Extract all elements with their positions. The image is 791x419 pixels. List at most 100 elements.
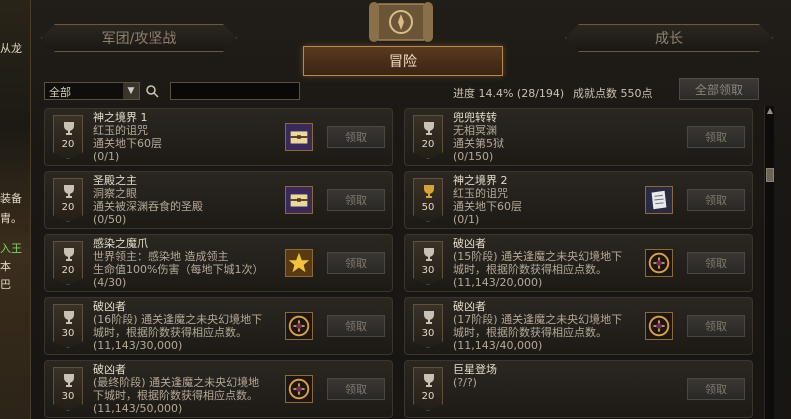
achievement-title: 破凶者 <box>453 300 486 313</box>
emblem-icon[interactable] <box>645 249 673 277</box>
achievement-card: 30 破凶者 (16阶段) 通关逢魔之未央幻境地下 城时，根据阶数获得相应点数。 (11… <box>44 297 393 355</box>
background-text: 入王 <box>0 242 22 255</box>
achievement-count: (11,143/30,000) <box>93 339 183 352</box>
achievement-text: 破凶者 (15阶段) 通关逢魔之未央幻境地下 城时，根据阶数获得相应点数。 (11,1… <box>453 237 639 289</box>
claim-button[interactable]: 领取 <box>327 315 385 337</box>
achievement-count: (0/150) <box>453 150 494 163</box>
achievement-points: 成就点数 550点 <box>573 87 653 100</box>
achievement-title: 破凶者 <box>93 363 126 376</box>
claim-button[interactable]: 领取 <box>327 189 385 211</box>
progress-text: 进度 14.4% (28/194) <box>453 87 565 100</box>
claim-button[interactable]: 领取 <box>327 378 385 400</box>
achievement-count: (0/50) <box>93 213 127 226</box>
emblem-icon[interactable] <box>645 312 673 340</box>
achievement-card: 30 破凶者 (15阶段) 通关逢魔之未央幻境地下 城时，根据阶数获得相应点数。 (11… <box>404 234 753 292</box>
score-value: 20 <box>61 265 75 276</box>
scrollbar-thumb[interactable] <box>766 168 774 182</box>
tab-legion-siege[interactable]: 军团/攻坚战 <box>41 24 237 52</box>
achievement-window: 军团/攻坚战 成长 冒险 全部 ▼ 进度 14.4% (28/194) 成就点数… <box>30 0 791 419</box>
achievement-card: 20 巨星登场 (?/?) 领取 <box>404 360 753 418</box>
score-value: 30 <box>61 391 75 402</box>
achievement-text: 感染之魔爪 世界领主：感染地 造成领主 生命值100%伤害（每地下城1次） (4/30… <box>93 237 279 289</box>
achievement-count: (11,143/40,000) <box>453 339 543 352</box>
scroll-paper-icon[interactable] <box>645 186 673 214</box>
trophy-icon <box>64 311 74 324</box>
claim-button[interactable]: 领取 <box>687 189 745 211</box>
claim-button[interactable]: 领取 <box>687 252 745 274</box>
background-text: 装备 <box>0 192 22 205</box>
category-dropdown[interactable]: 全部 ▼ <box>44 82 140 100</box>
score-medal: 50 <box>413 178 443 222</box>
achievement-description: 通关地下60层 <box>453 200 522 213</box>
search-icon <box>146 85 159 98</box>
achievement-description: 通关被深渊吞食的圣殿 <box>93 200 203 213</box>
category-dropdown-value: 全部 <box>49 86 71 99</box>
background-text: 本 <box>0 260 11 273</box>
tab-growth[interactable]: 成长 <box>565 24 773 52</box>
achievement-description: 红玉的诅咒 <box>93 124 148 137</box>
achievement-description: 通关地下60层 <box>93 137 162 150</box>
score-value: 50 <box>421 202 435 213</box>
score-medal: 20 <box>413 367 443 411</box>
achievement-count: (0/1) <box>453 213 480 226</box>
achievement-description: (15阶段) 通关逢魔之未央幻境地下 <box>453 250 623 263</box>
achievement-count: (4/30) <box>93 276 127 289</box>
claim-button[interactable]: 领取 <box>687 315 745 337</box>
claim-button[interactable]: 领取 <box>327 252 385 274</box>
scroll-up-icon[interactable]: ▲ <box>766 106 774 116</box>
achievement-description: 无相冥渊 <box>453 124 497 137</box>
emblem-icon[interactable] <box>285 312 313 340</box>
score-medal: 20 <box>53 241 83 285</box>
achievement-text: 破凶者 (17阶段) 通关逢魔之未央幻境地下 城时，根据阶数获得相应点数。 (11,1… <box>453 300 639 352</box>
achievement-card: 50 神之境界 2 红玉的诅咒 通关地下60层 (0/1) 领取 <box>404 171 753 229</box>
achievement-text: 神之境界 1 红玉的诅咒 通关地下60层 (0/1) <box>93 111 279 163</box>
achievement-description: (最终阶段) 通关逢魔之未央幻境地 <box>93 376 260 389</box>
search-input[interactable] <box>170 82 300 100</box>
trophy-icon <box>424 185 434 198</box>
achievement-text: 巨星登场 (?/?) <box>453 363 639 389</box>
score-value: 20 <box>61 202 75 213</box>
achievement-description: 生命值100%伤害（每地下城1次） <box>93 263 264 276</box>
achievement-title: 圣殿之主 <box>93 174 137 187</box>
achievement-description: (16阶段) 通关逢魔之未央幻境地下 <box>93 313 263 326</box>
chevron-down-icon[interactable]: ▼ <box>123 83 139 99</box>
golden-star-icon[interactable] <box>285 249 313 277</box>
treasure-chest-icon[interactable] <box>285 186 313 214</box>
scrollbar[interactable]: ▲ <box>764 106 774 419</box>
claim-button[interactable]: 领取 <box>687 126 745 148</box>
emblem-icon[interactable] <box>285 375 313 403</box>
claim-all-button[interactable]: 全部领取 <box>679 78 759 100</box>
score-value: 20 <box>61 139 75 150</box>
trophy-icon <box>64 122 74 135</box>
score-value: 30 <box>61 328 75 339</box>
trophy-icon <box>64 248 74 261</box>
achievement-description: 世界领主：感染地 造成领主 <box>93 250 229 263</box>
score-value: 20 <box>421 391 435 402</box>
achievement-text: 神之境界 2 红玉的诅咒 通关地下60层 (0/1) <box>453 174 639 226</box>
tab-adventure[interactable]: 冒险 <box>303 46 503 76</box>
score-medal: 30 <box>413 241 443 285</box>
background-text: 胄。 <box>0 212 22 225</box>
achievement-description: 城时，根据阶数获得相应点数。 <box>453 263 607 276</box>
achievement-count: (0/1) <box>93 150 120 163</box>
achievement-description: 城时，根据阶数获得相应点数。 <box>93 326 247 339</box>
achievement-description: 通关第5狱 <box>453 137 504 150</box>
score-value: 20 <box>421 139 435 150</box>
achievement-text: 兜兜转转 无相冥渊 通关第5狱 (0/150) <box>453 111 639 163</box>
trophy-icon <box>424 311 434 324</box>
score-value: 30 <box>421 265 435 276</box>
achievement-count: (11,143/20,000) <box>453 276 543 289</box>
achievement-card: 20 兜兜转转 无相冥渊 通关第5狱 (0/150) 领取 <box>404 108 753 166</box>
claim-button[interactable]: 领取 <box>687 378 745 400</box>
achievement-card: 20 神之境界 1 红玉的诅咒 通关地下60层 (0/1) 领取 <box>44 108 393 166</box>
treasure-chest-icon[interactable] <box>285 123 313 151</box>
trophy-icon <box>424 122 434 135</box>
background-text: 从龙 <box>0 42 22 55</box>
achievement-title: 神之境界 2 <box>453 174 508 187</box>
score-medal: 20 <box>53 178 83 222</box>
achievement-description: 城时，根据阶数获得相应点数。 <box>453 326 607 339</box>
achievement-title: 破凶者 <box>453 237 486 250</box>
claim-button[interactable]: 领取 <box>327 126 385 148</box>
trophy-icon <box>64 374 74 387</box>
trophy-icon <box>424 374 434 387</box>
